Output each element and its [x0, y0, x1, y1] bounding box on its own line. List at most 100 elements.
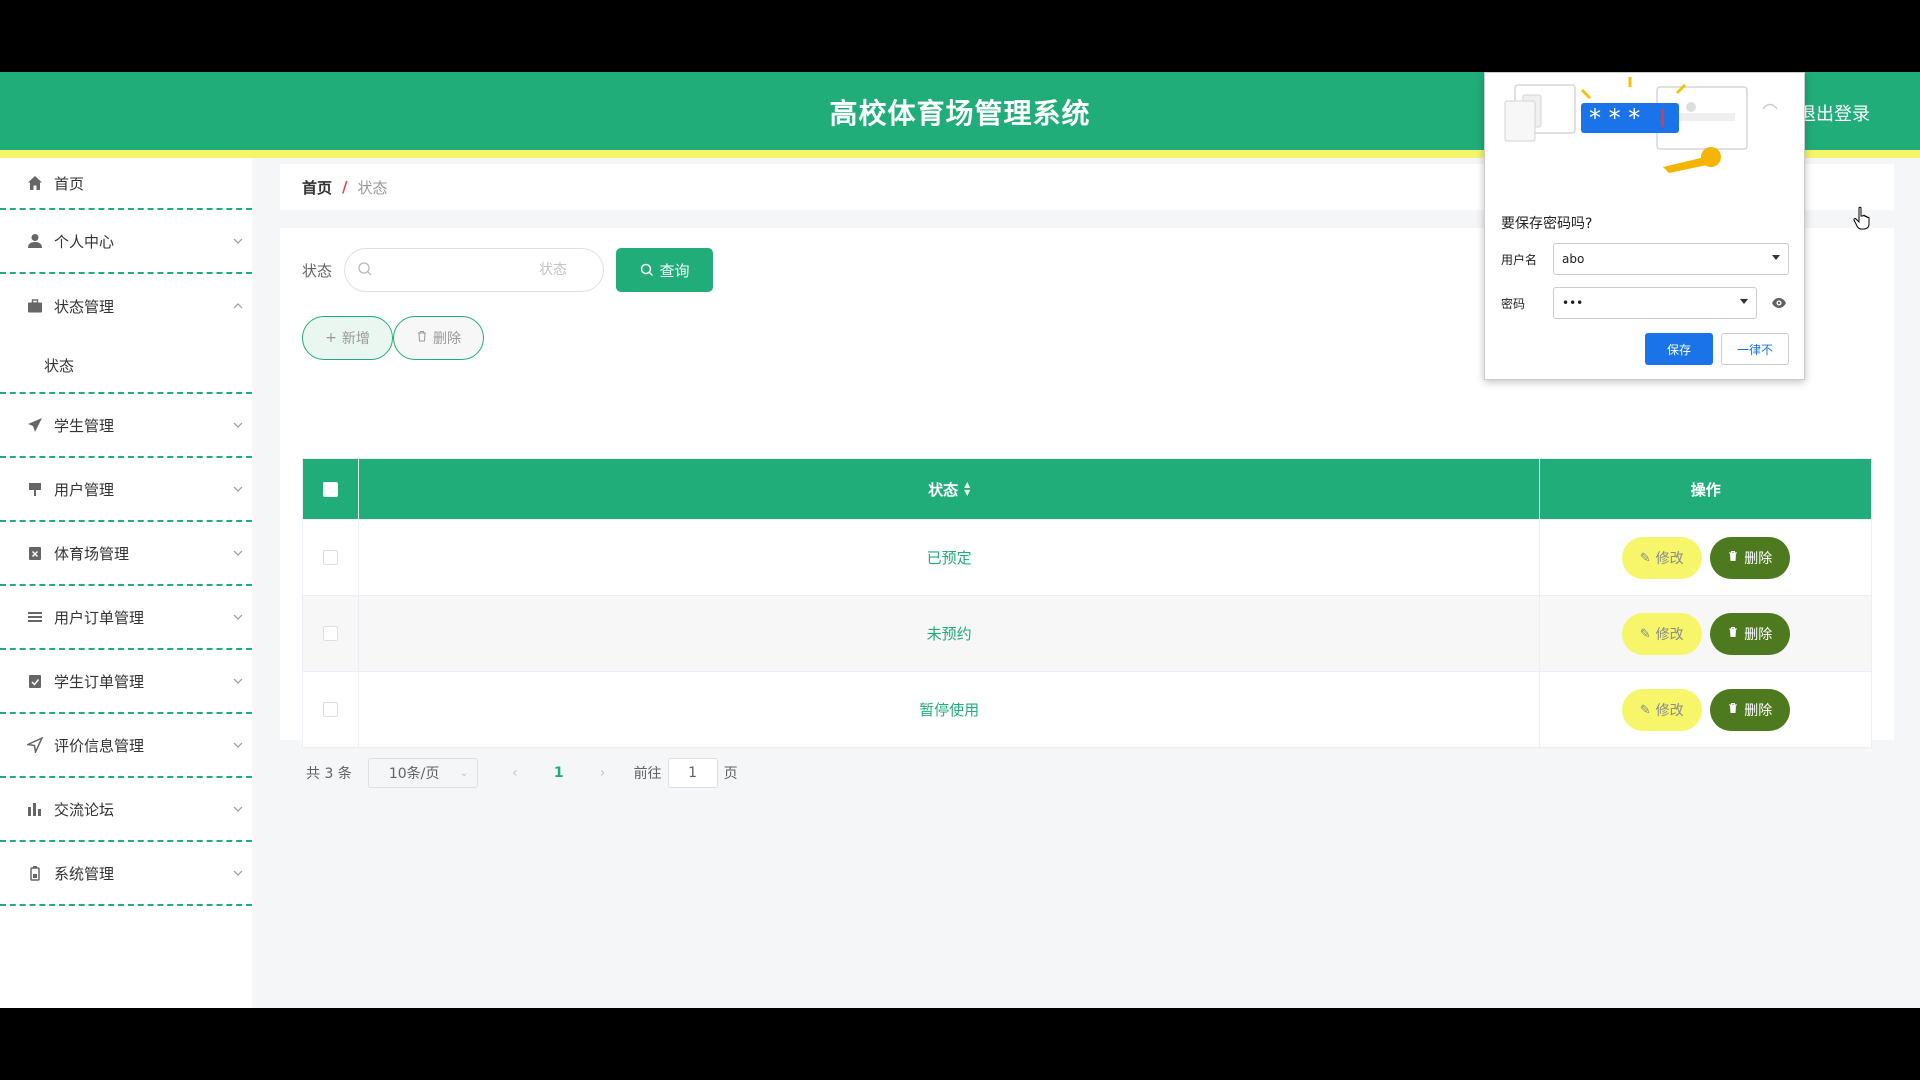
header-status-label: 状态 [928, 480, 959, 499]
svg-text:* * *: * * * [1589, 104, 1640, 132]
batch-delete-button[interactable]: 删除 [393, 316, 484, 360]
app-window: 高校体育场管理系统 退出登录 首页 个人中心 状态管理 状态 学生管理 用户管理… [0, 72, 1920, 1008]
delete-button[interactable]: 删除 [1709, 612, 1790, 655]
sidebar-item-user-management[interactable]: 用户管理 [0, 458, 252, 522]
page-size-value: 10条/页 [388, 766, 440, 782]
search-icon [640, 263, 654, 277]
caret-down-icon [1740, 299, 1748, 304]
chevron-down-icon: ⌄ [459, 766, 469, 779]
page-number[interactable]: 1 [554, 765, 564, 781]
sidebar-item-label: 状态管理 [54, 297, 115, 316]
sidebar-item-label: 交流论坛 [54, 800, 115, 819]
sidebar-item-review-management[interactable]: 评价信息管理 [0, 714, 252, 778]
sidebar-item-label: 个人中心 [54, 232, 115, 251]
breadcrumb-home[interactable]: 首页 [302, 177, 332, 198]
row-checkbox[interactable] [322, 550, 338, 565]
delete-button-label: 删除 [1744, 549, 1773, 566]
sidebar-item-label: 评价信息管理 [54, 736, 145, 755]
select-all-checkbox[interactable] [322, 481, 338, 497]
row-checkbox-cell [303, 596, 359, 671]
list-icon [26, 608, 44, 626]
sidebar-item-label: 体育场管理 [54, 544, 130, 563]
sidebar-item-label: 学生管理 [54, 416, 115, 435]
trash-icon [1727, 626, 1739, 641]
password-value: ••• [1562, 296, 1584, 310]
sidebar-subitem-status[interactable]: 状态 [0, 338, 252, 394]
sidebar-item-student-management[interactable]: 学生管理 [0, 394, 252, 458]
batch-delete-label: 删除 [433, 331, 461, 347]
search-form: 状态 查询 [302, 248, 714, 292]
sidebar-item-label: 首页 [54, 174, 85, 193]
sidebar-item-personal-center[interactable]: 个人中心 [0, 210, 252, 274]
save-password-button[interactable]: 保存 [1645, 333, 1713, 365]
sidebar-item-stadium-management[interactable]: 体育场管理 [0, 522, 252, 586]
edit-button[interactable]: ✎ 修改 [1621, 612, 1702, 655]
status-value: 未预约 [926, 625, 972, 643]
username-row: 用户名 abo [1501, 243, 1789, 275]
query-button[interactable]: 查询 [616, 248, 714, 292]
plus-icon: + [325, 330, 337, 346]
search-input[interactable] [381, 249, 592, 291]
username-value: abo [1562, 252, 1585, 266]
username-select[interactable]: abo [1553, 243, 1789, 275]
edit-icon: ✎ [1639, 549, 1651, 565]
header-checkbox-cell [303, 459, 359, 519]
goto-page-input[interactable] [667, 758, 718, 788]
search-field[interactable] [344, 248, 605, 292]
table-row: 已预定 ✎ 修改 删除 [303, 519, 1871, 595]
chevron-down-icon [232, 419, 244, 431]
header-operation-label: 操作 [1690, 480, 1721, 499]
chevron-down-icon [232, 675, 244, 687]
chevron-down-icon [232, 483, 244, 495]
password-illustration: * * * [1485, 73, 1806, 193]
briefcase-icon [26, 297, 44, 315]
row-checkbox[interactable] [322, 626, 338, 641]
edit-button-label: 修改 [1655, 625, 1684, 642]
never-save-button[interactable]: 一律不 [1721, 333, 1789, 365]
caret-down-icon [1772, 255, 1780, 260]
goto-label: 前往 [633, 766, 662, 782]
add-button-label: 新增 [341, 331, 370, 347]
sidebar-item-system-management[interactable]: 系统管理 [0, 842, 252, 906]
action-bar: + 新增 删除 [302, 316, 484, 360]
location-arrow-icon [26, 736, 44, 754]
status-table: 状态 ▲ ▼ 操作 已预定 ✎ 修改 删除 未预约 ✎ 修改 删除 暂停使用 ✎… [302, 458, 1872, 748]
logout-link[interactable]: 退出登录 [1798, 100, 1870, 126]
header-status-cell[interactable]: 状态 ▲ ▼ [359, 459, 1541, 519]
password-select[interactable]: ••• [1553, 287, 1757, 319]
home-icon [26, 174, 44, 192]
sort-icon[interactable]: ▲ ▼ [964, 481, 970, 497]
hand-cursor-icon [1853, 206, 1871, 230]
delete-button[interactable]: 删除 [1709, 688, 1790, 731]
chevron-down-icon [232, 867, 244, 879]
sidebar-item-status-management[interactable]: 状态管理 [0, 274, 252, 338]
prev-page-button[interactable]: ‹ [504, 765, 526, 781]
sidebar: 首页 个人中心 状态管理 状态 学生管理 用户管理 体育场管理 用户订单管理 学… [0, 158, 252, 1008]
chevron-down-icon [232, 611, 244, 623]
operation-cell: ✎ 修改 删除 [1540, 596, 1871, 671]
sidebar-item-forum[interactable]: 交流论坛 [0, 778, 252, 842]
password-row: 密码 ••• [1501, 287, 1787, 319]
trash-icon [1727, 550, 1739, 565]
status-value: 已预定 [926, 549, 972, 567]
clipboard-check-icon [26, 672, 44, 690]
operation-cell: ✎ 修改 删除 [1540, 672, 1871, 747]
search-label: 状态 [302, 261, 333, 280]
sidebar-item-home[interactable]: 首页 [0, 158, 252, 210]
sidebar-item-user-order-management[interactable]: 用户订单管理 [0, 586, 252, 650]
row-checkbox-cell [303, 672, 359, 747]
battery-icon [26, 864, 44, 882]
next-page-button[interactable]: › [592, 765, 614, 781]
delete-button-label: 删除 [1744, 701, 1773, 718]
delete-button[interactable]: 删除 [1709, 536, 1790, 579]
header-operation-cell: 操作 [1540, 459, 1871, 519]
edit-button[interactable]: ✎ 修改 [1621, 536, 1702, 579]
add-button[interactable]: + 新增 [302, 316, 393, 360]
trash-icon [1727, 702, 1739, 717]
clipboard-x-icon [26, 544, 44, 562]
page-size-select[interactable]: 10条/页 ⌄ [367, 758, 478, 788]
row-checkbox[interactable] [322, 702, 338, 717]
sidebar-item-student-order-management[interactable]: 学生订单管理 [0, 650, 252, 714]
eye-icon[interactable] [1771, 297, 1787, 309]
edit-button[interactable]: ✎ 修改 [1621, 688, 1702, 731]
